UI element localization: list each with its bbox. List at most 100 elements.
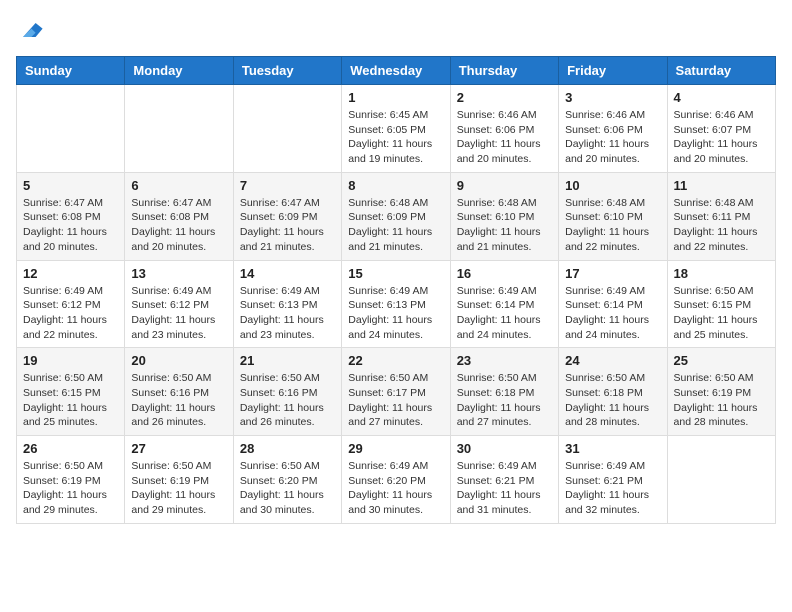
- calendar-cell: 2 Sunrise: 6:46 AM Sunset: 6:06 PM Daylig…: [450, 85, 558, 173]
- day-info: Sunrise: 6:50 AM Sunset: 6:19 PM Dayligh…: [131, 459, 226, 518]
- day-info: Sunrise: 6:49 AM Sunset: 6:13 PM Dayligh…: [240, 284, 335, 343]
- day-number: 12: [23, 266, 118, 281]
- day-number: 19: [23, 353, 118, 368]
- day-number: 17: [565, 266, 660, 281]
- day-header-wednesday: Wednesday: [342, 57, 450, 85]
- calendar-cell: [667, 436, 775, 524]
- logo-icon: [16, 16, 44, 44]
- calendar-cell: 25 Sunrise: 6:50 AM Sunset: 6:19 PM Dayli…: [667, 348, 775, 436]
- calendar-cell: 10Sunrise: 6:48 AM Sunset: 6:10 PM Dayli…: [559, 172, 667, 260]
- day-number: 26: [23, 441, 118, 456]
- calendar-cell: 13 Sunrise: 6:49 AM Sunset: 6:12 PM Dayli…: [125, 260, 233, 348]
- calendar-cell: 6 Sunrise: 6:47 AM Sunset: 6:08 PM Daylig…: [125, 172, 233, 260]
- day-info: Sunrise: 6:50 AM Sunset: 6:15 PM Dayligh…: [23, 371, 118, 430]
- day-info: Sunrise: 6:50 AM Sunset: 6:16 PM Dayligh…: [131, 371, 226, 430]
- day-header-thursday: Thursday: [450, 57, 558, 85]
- day-number: 7: [240, 178, 335, 193]
- day-info: Sunrise: 6:50 AM Sunset: 6:19 PM Dayligh…: [23, 459, 118, 518]
- day-number: 20: [131, 353, 226, 368]
- logo: [16, 16, 48, 44]
- day-info: Sunrise: 6:50 AM Sunset: 6:15 PM Dayligh…: [674, 284, 769, 343]
- day-info: Sunrise: 6:48 AM Sunset: 6:11 PM Dayligh…: [674, 196, 769, 255]
- day-info: Sunrise: 6:49 AM Sunset: 6:14 PM Dayligh…: [457, 284, 552, 343]
- day-header-saturday: Saturday: [667, 57, 775, 85]
- day-number: 1: [348, 90, 443, 105]
- day-info: Sunrise: 6:50 AM Sunset: 6:18 PM Dayligh…: [457, 371, 552, 430]
- day-info: Sunrise: 6:49 AM Sunset: 6:12 PM Dayligh…: [131, 284, 226, 343]
- day-header-tuesday: Tuesday: [233, 57, 341, 85]
- day-header-sunday: Sunday: [17, 57, 125, 85]
- calendar-cell: 16 Sunrise: 6:49 AM Sunset: 6:14 PM Dayli…: [450, 260, 558, 348]
- calendar-cell: 1Sunrise: 6:45 AM Sunset: 6:05 PM Daylig…: [342, 85, 450, 173]
- day-number: 11: [674, 178, 769, 193]
- day-info: Sunrise: 6:47 AM Sunset: 6:09 PM Dayligh…: [240, 196, 335, 255]
- calendar-cell: 19 Sunrise: 6:50 AM Sunset: 6:15 PM Dayli…: [17, 348, 125, 436]
- day-number: 18: [674, 266, 769, 281]
- day-number: 25: [674, 353, 769, 368]
- day-number: 3: [565, 90, 660, 105]
- day-info: Sunrise: 6:49 AM Sunset: 6:21 PM Dayligh…: [565, 459, 660, 518]
- day-number: 21: [240, 353, 335, 368]
- day-info: Sunrise: 6:49 AM Sunset: 6:21 PM Dayligh…: [457, 459, 552, 518]
- calendar-cell: 31Sunrise: 6:49 AM Sunset: 6:21 PM Dayli…: [559, 436, 667, 524]
- calendar-cell: 12 Sunrise: 6:49 AM Sunset: 6:12 PM Dayli…: [17, 260, 125, 348]
- day-header-monday: Monday: [125, 57, 233, 85]
- calendar-cell: [125, 85, 233, 173]
- day-number: 13: [131, 266, 226, 281]
- calendar-cell: [233, 85, 341, 173]
- day-info: Sunrise: 6:50 AM Sunset: 6:17 PM Dayligh…: [348, 371, 443, 430]
- day-number: 9: [457, 178, 552, 193]
- day-number: 5: [23, 178, 118, 193]
- day-number: 29: [348, 441, 443, 456]
- day-info: Sunrise: 6:48 AM Sunset: 6:09 PM Dayligh…: [348, 196, 443, 255]
- day-info: Sunrise: 6:50 AM Sunset: 6:18 PM Dayligh…: [565, 371, 660, 430]
- day-info: Sunrise: 6:47 AM Sunset: 6:08 PM Dayligh…: [131, 196, 226, 255]
- calendar-cell: 24 Sunrise: 6:50 AM Sunset: 6:18 PM Dayli…: [559, 348, 667, 436]
- day-info: Sunrise: 6:50 AM Sunset: 6:19 PM Dayligh…: [674, 371, 769, 430]
- day-number: 23: [457, 353, 552, 368]
- calendar-cell: [17, 85, 125, 173]
- calendar-cell: 15 Sunrise: 6:49 AM Sunset: 6:13 PM Dayli…: [342, 260, 450, 348]
- day-number: 4: [674, 90, 769, 105]
- day-number: 16: [457, 266, 552, 281]
- calendar-cell: 5 Sunrise: 6:47 AM Sunset: 6:08 PM Daylig…: [17, 172, 125, 260]
- calendar-cell: 28 Sunrise: 6:50 AM Sunset: 6:20 PM Dayli…: [233, 436, 341, 524]
- calendar-cell: 22 Sunrise: 6:50 AM Sunset: 6:17 PM Dayli…: [342, 348, 450, 436]
- day-info: Sunrise: 6:46 AM Sunset: 6:07 PM Dayligh…: [674, 108, 769, 167]
- calendar-cell: 29 Sunrise: 6:49 AM Sunset: 6:20 PM Dayli…: [342, 436, 450, 524]
- calendar-cell: 8 Sunrise: 6:48 AM Sunset: 6:09 PM Daylig…: [342, 172, 450, 260]
- calendar-week-3: 12 Sunrise: 6:49 AM Sunset: 6:12 PM Dayli…: [17, 260, 776, 348]
- calendar-cell: 4 Sunrise: 6:46 AM Sunset: 6:07 PM Daylig…: [667, 85, 775, 173]
- calendar-week-1: 1Sunrise: 6:45 AM Sunset: 6:05 PM Daylig…: [17, 85, 776, 173]
- day-number: 24: [565, 353, 660, 368]
- calendar-cell: 7 Sunrise: 6:47 AM Sunset: 6:09 PM Daylig…: [233, 172, 341, 260]
- calendar-week-2: 5 Sunrise: 6:47 AM Sunset: 6:08 PM Daylig…: [17, 172, 776, 260]
- calendar-header-row: SundayMondayTuesdayWednesdayThursdayFrid…: [17, 57, 776, 85]
- day-number: 10: [565, 178, 660, 193]
- day-header-friday: Friday: [559, 57, 667, 85]
- calendar-week-4: 19 Sunrise: 6:50 AM Sunset: 6:15 PM Dayli…: [17, 348, 776, 436]
- calendar-week-5: 26 Sunrise: 6:50 AM Sunset: 6:19 PM Dayli…: [17, 436, 776, 524]
- day-number: 14: [240, 266, 335, 281]
- page-header: [16, 16, 776, 44]
- day-info: Sunrise: 6:49 AM Sunset: 6:12 PM Dayligh…: [23, 284, 118, 343]
- calendar-cell: 3Sunrise: 6:46 AM Sunset: 6:06 PM Daylig…: [559, 85, 667, 173]
- day-number: 6: [131, 178, 226, 193]
- day-number: 30: [457, 441, 552, 456]
- day-info: Sunrise: 6:49 AM Sunset: 6:13 PM Dayligh…: [348, 284, 443, 343]
- day-number: 2: [457, 90, 552, 105]
- day-number: 22: [348, 353, 443, 368]
- day-number: 15: [348, 266, 443, 281]
- calendar-cell: 11 Sunrise: 6:48 AM Sunset: 6:11 PM Dayli…: [667, 172, 775, 260]
- day-info: Sunrise: 6:49 AM Sunset: 6:20 PM Dayligh…: [348, 459, 443, 518]
- day-number: 28: [240, 441, 335, 456]
- day-number: 8: [348, 178, 443, 193]
- calendar-cell: 27Sunrise: 6:50 AM Sunset: 6:19 PM Dayli…: [125, 436, 233, 524]
- day-info: Sunrise: 6:46 AM Sunset: 6:06 PM Dayligh…: [457, 108, 552, 167]
- day-info: Sunrise: 6:47 AM Sunset: 6:08 PM Dayligh…: [23, 196, 118, 255]
- calendar-cell: 14 Sunrise: 6:49 AM Sunset: 6:13 PM Dayli…: [233, 260, 341, 348]
- day-info: Sunrise: 6:48 AM Sunset: 6:10 PM Dayligh…: [457, 196, 552, 255]
- day-info: Sunrise: 6:50 AM Sunset: 6:20 PM Dayligh…: [240, 459, 335, 518]
- day-info: Sunrise: 6:50 AM Sunset: 6:16 PM Dayligh…: [240, 371, 335, 430]
- calendar-cell: 30 Sunrise: 6:49 AM Sunset: 6:21 PM Dayli…: [450, 436, 558, 524]
